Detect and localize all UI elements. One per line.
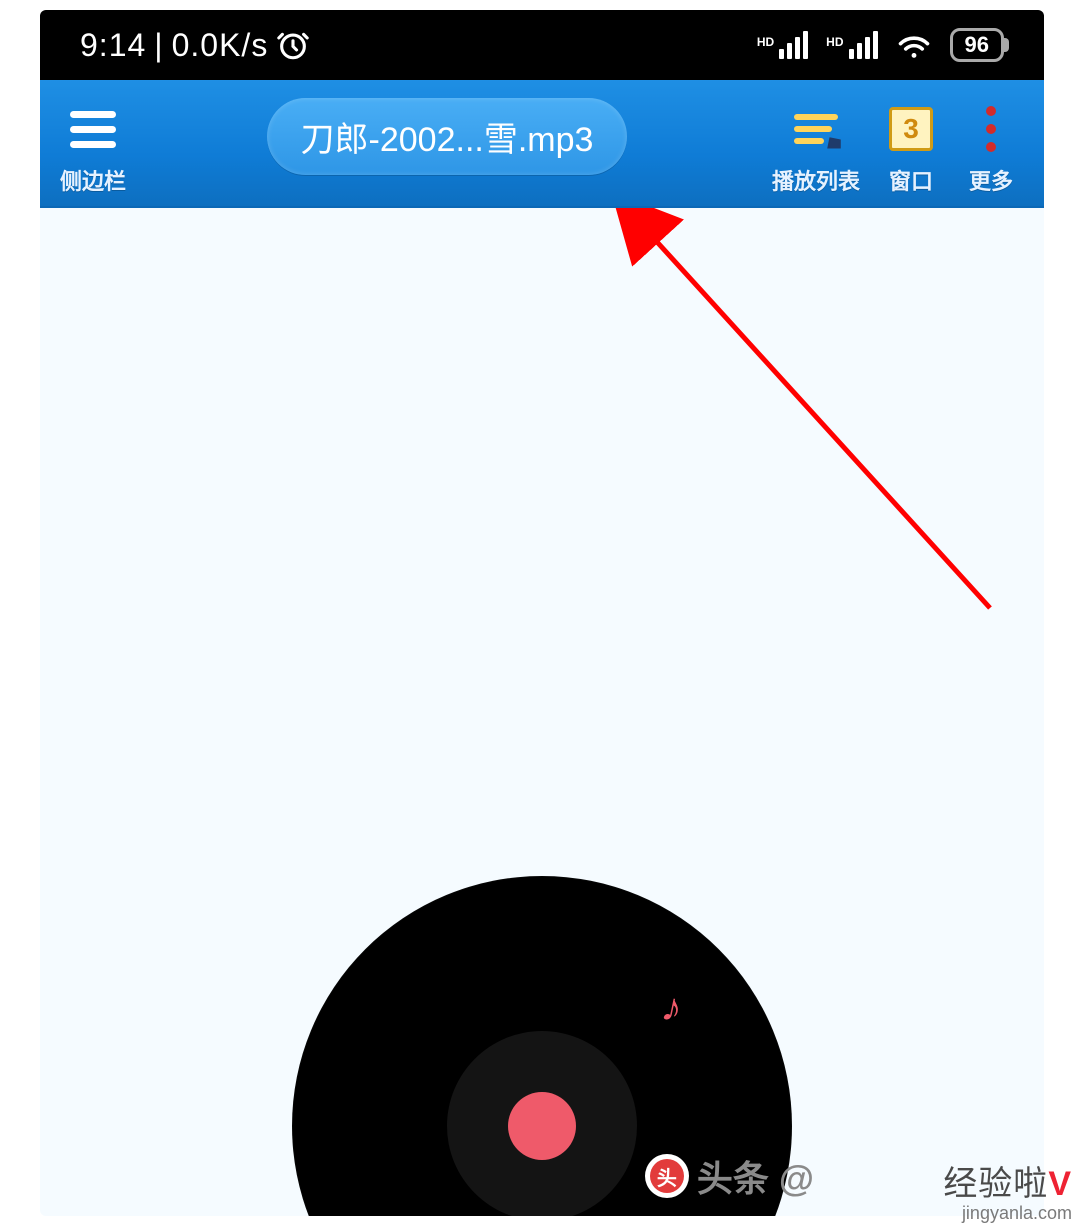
window-count-icon: 3 [889, 107, 933, 151]
kebab-menu-icon [986, 106, 996, 152]
phone-frame: 9:14 | 0.0K/s HD [40, 10, 1044, 1216]
status-left: 9:14 | 0.0K/s [80, 27, 310, 64]
music-note-icon: ♪ [658, 984, 687, 1032]
status-divider: | [154, 27, 163, 64]
status-time: 9:14 [80, 27, 146, 64]
toutiao-badge-icon: 头 [645, 1154, 689, 1198]
player-content: ♪ [40, 208, 1044, 1216]
battery-percent: 96 [965, 32, 989, 58]
playlist-button[interactable]: 播放列表 [766, 92, 866, 206]
alarm-clock-icon [276, 28, 310, 62]
sidebar-label: 侧边栏 [60, 164, 126, 196]
window-label: 窗口 [889, 164, 933, 196]
hamburger-icon [70, 111, 116, 148]
signal-2-icon: HD [826, 31, 877, 59]
sidebar-button[interactable]: 侧边栏 [58, 92, 128, 206]
title-text: 刀郎-2002...雪.mp3 [267, 98, 628, 175]
playlist-icon [794, 114, 838, 144]
watermark-site: 经验啦V jingyanla.com [943, 1156, 1072, 1224]
playlist-label: 播放列表 [772, 164, 860, 196]
more-button[interactable]: 更多 [956, 92, 1026, 206]
app-toolbar: 侧边栏 刀郎-2002...雪.mp3 播放列表 3 [40, 80, 1044, 208]
signal-1-icon: HD [757, 31, 808, 59]
window-button[interactable]: 3 窗口 [876, 92, 946, 206]
wifi-icon [896, 31, 932, 59]
now-playing-title[interactable]: 刀郎-2002...雪.mp3 [146, 98, 748, 175]
status-bar: 9:14 | 0.0K/s HD [40, 10, 1044, 80]
watermark-toutiao: 头 头条 @ [645, 1150, 814, 1202]
battery-icon: 96 [950, 28, 1004, 62]
window-count: 3 [903, 113, 919, 145]
more-label: 更多 [969, 164, 1013, 196]
status-netspeed: 0.0K/s [172, 27, 269, 64]
status-right: HD HD [757, 28, 1004, 62]
